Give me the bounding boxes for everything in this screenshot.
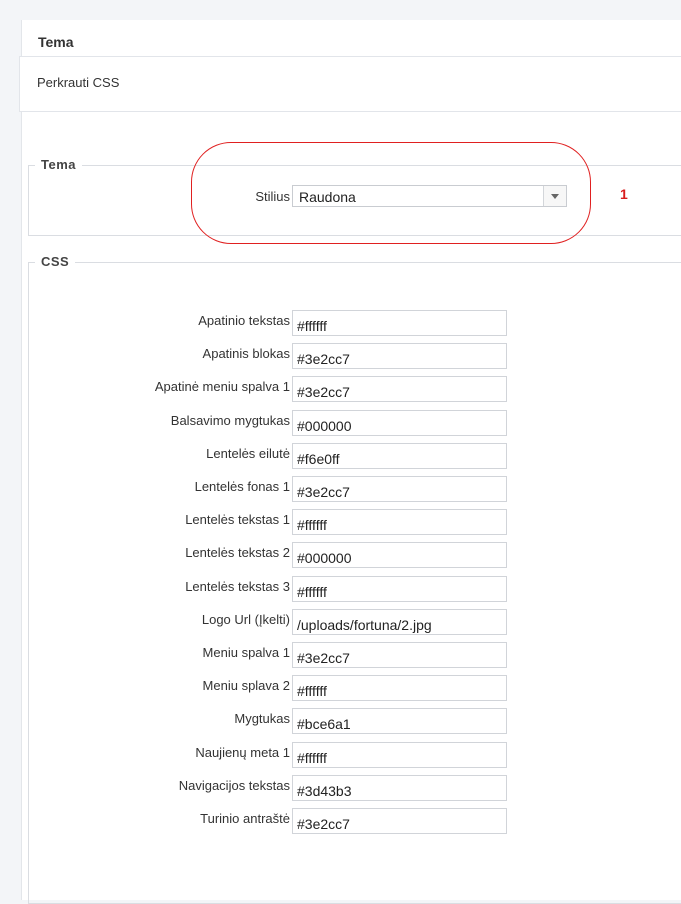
- css-field-input[interactable]: [292, 476, 507, 502]
- theme-legend: Tema: [35, 157, 82, 172]
- css-field-input[interactable]: [292, 509, 507, 535]
- css-field-input[interactable]: [292, 742, 507, 768]
- reload-css-box: Perkrauti CSS: [19, 56, 681, 112]
- css-field-label: Meniu spalva 1: [202, 645, 290, 660]
- css-field-label: Apatinis blokas: [202, 346, 290, 361]
- css-field-label: Lentelės tekstas 2: [185, 545, 290, 560]
- css-field-label: Logo Url (Įkelti): [201, 612, 290, 627]
- css-field-input[interactable]: [292, 410, 507, 436]
- css-field-input[interactable]: [292, 609, 507, 635]
- css-field-label: Lentelės tekstas 3: [185, 579, 290, 594]
- css-field-input[interactable]: [292, 542, 507, 568]
- css-field-label: Apatinė meniu spalva 1: [154, 379, 290, 394]
- css-field-label: Naujienų meta 1: [195, 745, 290, 760]
- css-field-label: Lentelės eilutė: [206, 446, 290, 461]
- css-field-input[interactable]: [292, 576, 507, 602]
- css-field-label: Balsavimo mygtukas: [170, 413, 290, 428]
- css-field-label: Turinio antraštė: [200, 811, 290, 826]
- css-field-input[interactable]: [292, 808, 507, 834]
- css-field-label: Apatinio tekstas: [198, 313, 290, 328]
- css-legend: CSS: [35, 254, 76, 269]
- css-field-input[interactable]: [292, 376, 507, 402]
- reload-css-link[interactable]: Perkrauti CSS: [37, 75, 119, 90]
- css-field-label: Mygtukas: [234, 711, 290, 726]
- css-field-input[interactable]: [292, 775, 507, 801]
- css-field-input[interactable]: [292, 675, 507, 701]
- css-field-input[interactable]: [292, 443, 507, 469]
- css-field-input[interactable]: [292, 708, 507, 734]
- css-field-input[interactable]: [292, 642, 507, 668]
- css-field-label: Lentelės tekstas 1: [185, 512, 290, 527]
- css-field-input[interactable]: [292, 343, 507, 369]
- annotation-circle: [191, 142, 591, 244]
- annotation-number: 1: [620, 186, 628, 202]
- css-field-label: Navigacijos tekstas: [178, 778, 290, 793]
- panel-title: Tema: [38, 34, 74, 50]
- css-field-input[interactable]: [292, 310, 507, 336]
- css-field-label: Meniu splava 2: [202, 678, 290, 693]
- css-field-label: Lentelės fonas 1: [194, 479, 290, 494]
